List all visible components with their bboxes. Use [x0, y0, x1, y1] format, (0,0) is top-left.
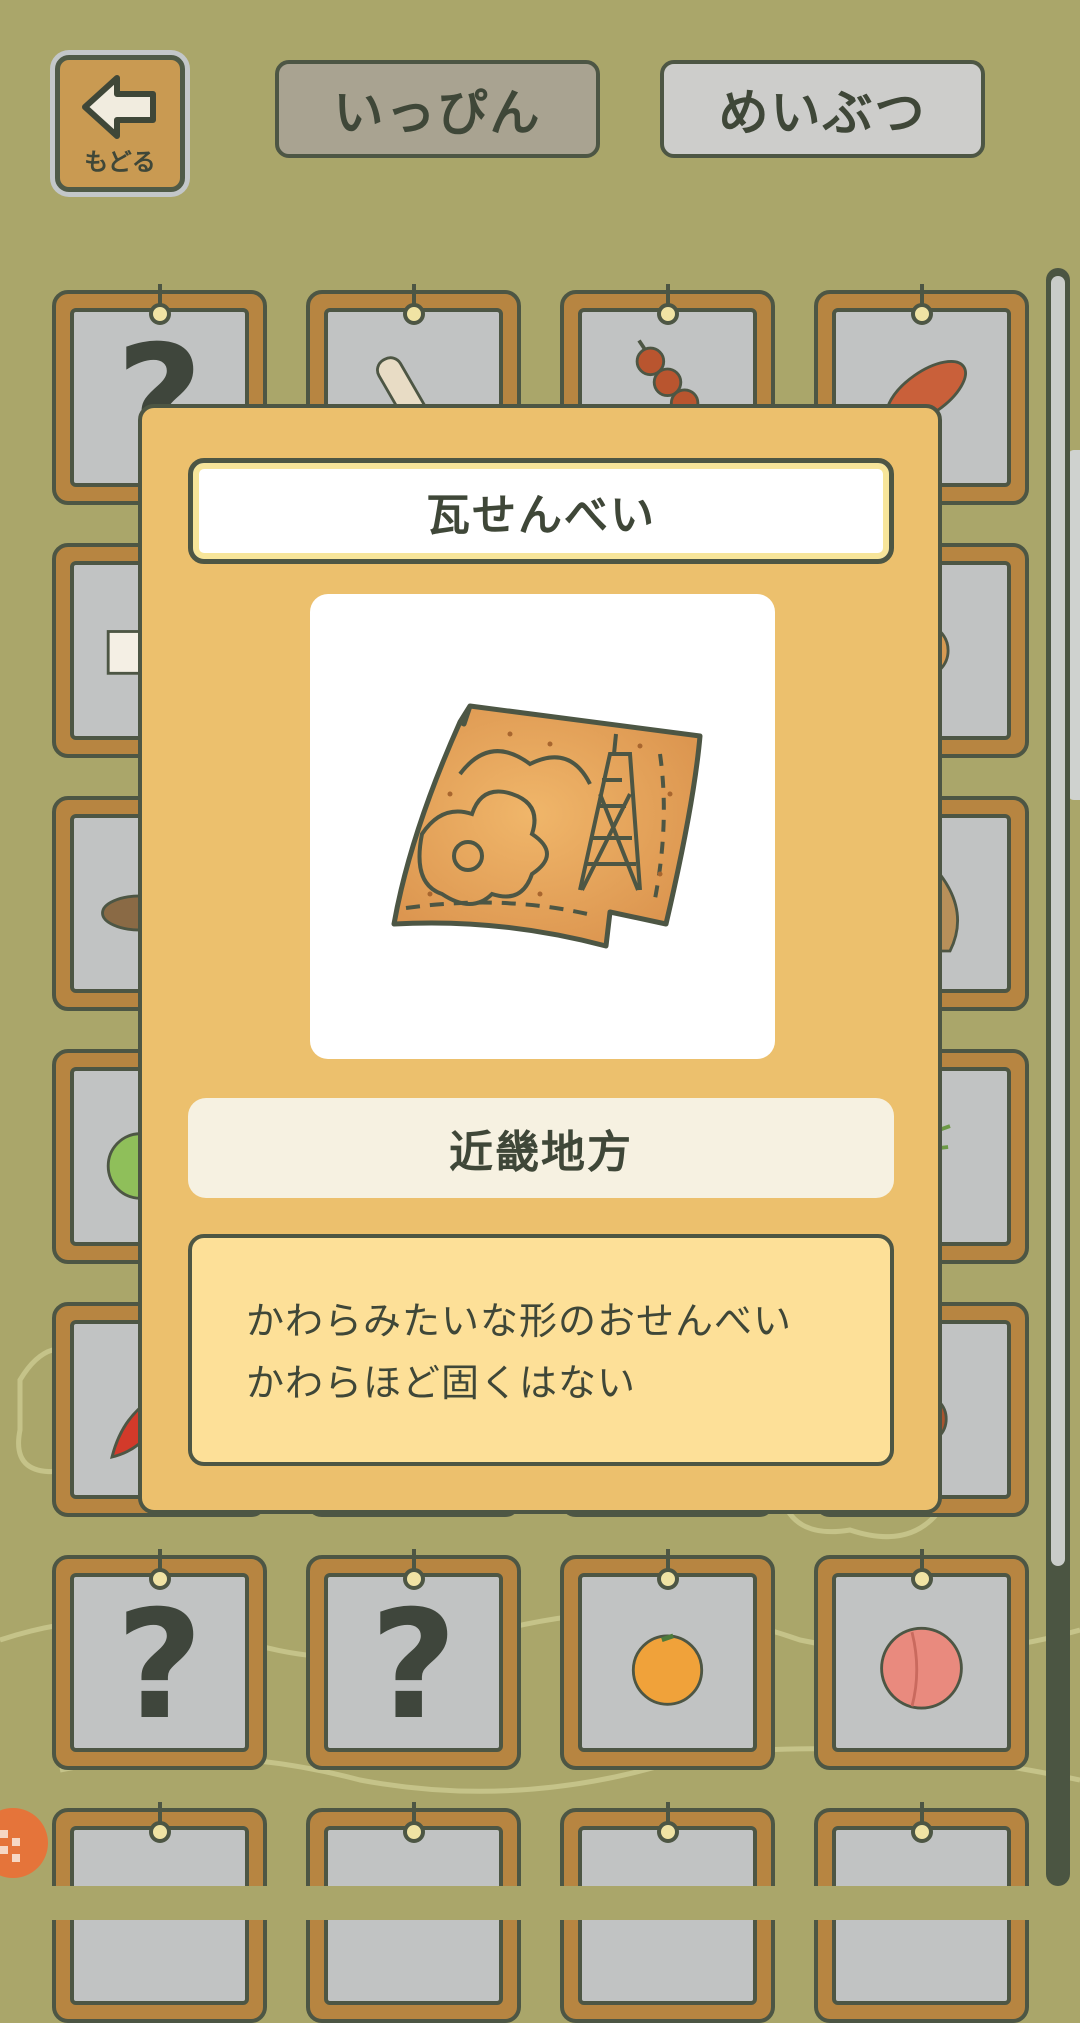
scrollbar[interactable] — [1046, 268, 1070, 1886]
bottom-strip — [0, 1886, 1080, 1920]
hook-icon — [656, 1549, 679, 1590]
hook-icon — [148, 1802, 171, 1843]
unknown-mark: ? — [369, 1579, 457, 1752]
item-card[interactable] — [560, 1549, 775, 1770]
unknown-mark: ? — [115, 1579, 203, 1752]
back-button-label: もどる — [84, 148, 156, 176]
item-description-line-2: かわらほど固くはない — [246, 1361, 637, 1405]
item-card-slot — [832, 1573, 1011, 1752]
hook-icon — [402, 1802, 425, 1843]
item-card-slot: ? — [324, 1573, 503, 1752]
hook-icon — [402, 1549, 425, 1590]
hook-icon — [656, 284, 679, 325]
floating-menu-button[interactable] — [0, 1808, 48, 1878]
item-region: 近畿地方 — [188, 1098, 894, 1198]
hook-icon — [910, 284, 933, 325]
scrollbar-thumb[interactable] — [1051, 276, 1065, 1566]
item-card-slot — [578, 1573, 757, 1752]
tab-food[interactable]: いっぴん — [275, 60, 600, 158]
hook-icon — [402, 284, 425, 325]
hook-icon — [148, 284, 171, 325]
item-card[interactable]: ? — [306, 1549, 521, 1770]
item-card[interactable] — [814, 1549, 1029, 1770]
item-description-line-1: かわらみたいな形のおせんべい — [246, 1299, 793, 1343]
hook-icon — [910, 1549, 933, 1590]
hook-icon — [656, 1802, 679, 1843]
item-name: 瓦せんべい — [188, 458, 894, 564]
item-image — [310, 594, 775, 1059]
kawara-senbei-icon — [391, 703, 703, 949]
mikan-icon — [631, 1633, 704, 1706]
hook-icon — [910, 1802, 933, 1843]
tab-specialty[interactable]: めいぶつ — [660, 60, 985, 158]
back-arrow-icon — [82, 75, 156, 139]
item-card[interactable]: ? — [52, 1549, 267, 1770]
back-button[interactable]: もどる — [55, 55, 185, 192]
dots-icon — [0, 1830, 20, 1862]
item-detail-modal[interactable]: 瓦せんべい 近畿地方 かわらみたいな形のおせんべい かわらほど固くはない — [138, 404, 942, 1514]
item-description: かわらみたいな形のおせんべい かわらほど固くはない — [188, 1234, 894, 1466]
hook-icon — [148, 1549, 171, 1590]
peach-icon — [880, 1626, 963, 1710]
item-card-slot: ? — [70, 1573, 249, 1752]
